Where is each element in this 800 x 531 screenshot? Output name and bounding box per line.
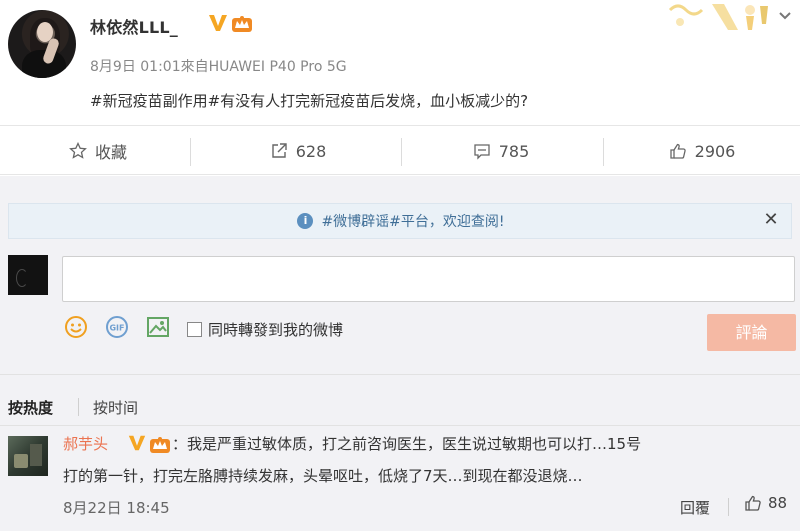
repost-checkbox[interactable]	[187, 322, 202, 337]
submit-comment-button[interactable]: 評論	[707, 314, 796, 351]
verified-v-icon	[209, 15, 227, 31]
favorite-button[interactable]: 收藏	[0, 126, 196, 176]
comment-like-count: 88	[768, 494, 788, 512]
emoji-icon[interactable]	[63, 314, 89, 340]
comment-button[interactable]: 785	[403, 126, 599, 176]
post-content: #新冠疫苗副作用#有没有人打完新冠疫苗后发烧，血小板减少的?	[90, 92, 529, 110]
like-button[interactable]: 2906	[604, 126, 800, 176]
info-icon: i	[297, 213, 314, 229]
reply-button[interactable]: 回覆	[680, 497, 710, 518]
comment-like-button[interactable]: 88	[744, 494, 787, 512]
post-action-bar: 收藏 628 785 2906	[0, 125, 800, 175]
vip-crown-icon	[232, 16, 252, 32]
weibo-post: 林依然LLL_ 8月9日 01:01來自HUAWEI P40 Pro 5G #新…	[0, 0, 800, 125]
comment-timestamp: 8月22日 18:45	[63, 499, 170, 517]
comment-text: ：我是严重过敏体质，打之前咨询医生，医生说过敏期也可以打…15号	[172, 435, 642, 453]
commenter-avatar[interactable]	[8, 436, 48, 476]
divider	[0, 425, 800, 426]
sort-by-hot-tab[interactable]: 按热度	[8, 397, 53, 418]
star-icon	[69, 142, 87, 159]
divider	[0, 374, 800, 375]
thumbs-up-icon	[669, 143, 686, 159]
decorative-banner-icon	[668, 4, 768, 30]
divider	[78, 398, 79, 416]
comment-count: 785	[498, 141, 530, 161]
post-meta: 8月9日 01:01來自HUAWEI P40 Pro 5G	[90, 59, 347, 75]
repost-checkbox-label: 同時轉發到我的微博	[208, 321, 344, 339]
comment-input[interactable]	[62, 256, 795, 302]
repost-button[interactable]: 628	[200, 126, 396, 176]
post-username[interactable]: 林依然LLL_	[90, 14, 178, 38]
image-icon[interactable]	[145, 314, 171, 340]
chevron-down-icon[interactable]	[774, 8, 796, 30]
commenter-name[interactable]: 郝芋头	[63, 433, 108, 454]
favorite-label: 收藏	[94, 143, 127, 162]
sort-by-time-tab[interactable]: 按时间	[93, 397, 138, 418]
share-icon	[272, 143, 287, 158]
rumor-notice-banner: i #微博辟谣#平台，欢迎查阅! ✕	[8, 203, 792, 239]
user-avatar[interactable]	[8, 10, 76, 78]
close-icon[interactable]: ✕	[761, 210, 781, 230]
notice-text[interactable]: #微博辟谣#平台，欢迎查阅!	[321, 211, 504, 231]
gif-icon[interactable]: GIF	[104, 314, 130, 340]
repost-count: 628	[295, 141, 327, 161]
divider	[728, 498, 729, 516]
svg-text:GIF: GIF	[109, 324, 124, 333]
comment-text-continued: 打的第一针，打完左胳膊持续发麻，头晕呕吐，低烧了7天…到现在都没退烧…	[63, 467, 583, 485]
current-user-avatar	[8, 255, 48, 295]
like-count: 2906	[694, 141, 736, 161]
repost-checkbox-row[interactable]: 同時轉發到我的微博	[187, 319, 343, 340]
divider	[401, 138, 402, 166]
thumbs-up-icon	[745, 495, 761, 511]
vip-crown-icon	[150, 437, 170, 453]
comment-icon	[474, 144, 490, 160]
verified-v-icon	[128, 435, 146, 451]
divider	[190, 138, 191, 166]
